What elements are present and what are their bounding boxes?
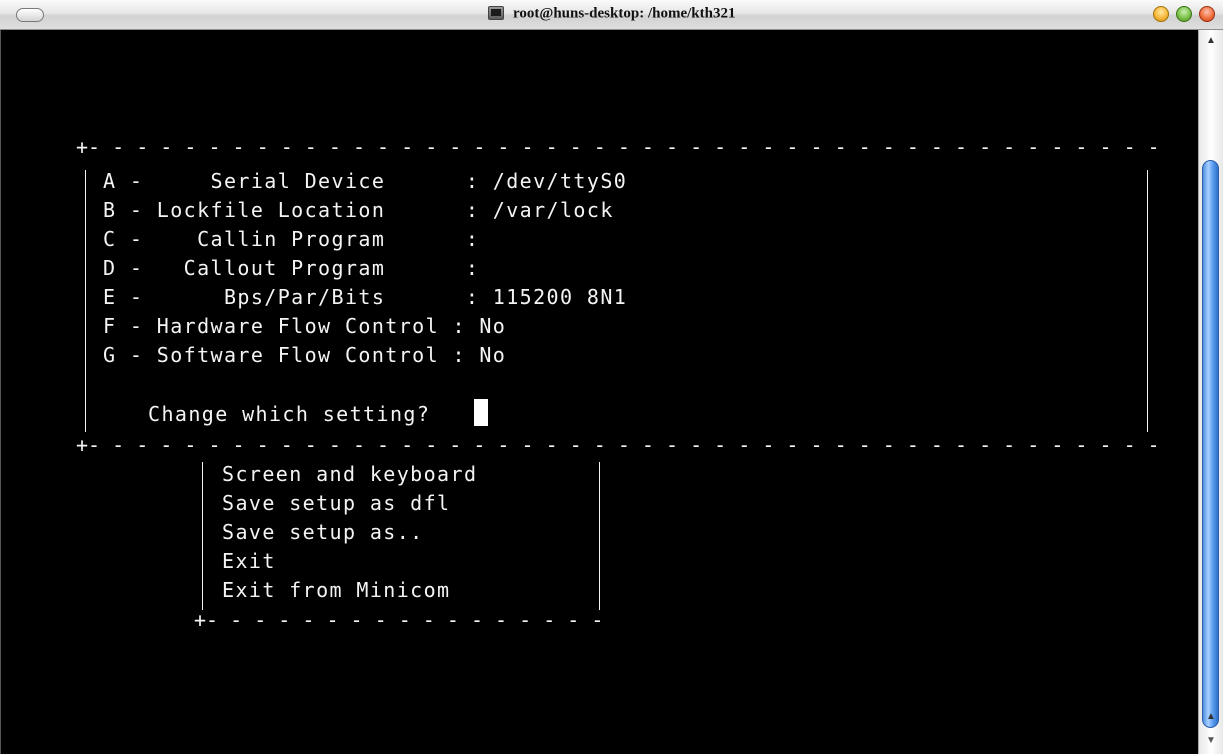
settings-box-bottom-border: +- - - - - - - - - - - - - - - - - - - -…: [76, 435, 1156, 455]
settings-box-right-border: [1147, 170, 1148, 432]
window-title-group: root@huns-desktop: /home/kth321: [0, 5, 1223, 25]
setting-row-e[interactable]: E - Bps/Par/Bits : 115200 8N1: [103, 283, 627, 311]
terminal-cursor: [474, 399, 488, 426]
scroll-up-arrow-icon[interactable]: ▲: [1199, 706, 1223, 728]
scroll-up-arrow-icon[interactable]: ▲: [1199, 30, 1223, 52]
settings-box-top-border: +- - - - - - - - - - - - - - - - - - - -…: [76, 137, 1156, 157]
scroll-down-arrow-icon[interactable]: ▼: [1199, 730, 1223, 752]
menu-item-save-setup-as[interactable]: Save setup as..: [222, 518, 424, 546]
settings-box-left-border: [85, 170, 86, 432]
terminal-screen[interactable]: +- - - - - - - - - - - - - - - - - - - -…: [0, 30, 1198, 754]
setting-row-d[interactable]: D - Callout Program :: [103, 254, 479, 282]
window-title: root@huns-desktop: /home/kth321: [512, 5, 736, 22]
terminal-window: root@huns-desktop: /home/kth321 +- - - -…: [0, 0, 1223, 754]
setting-row-g[interactable]: G - Software Flow Control : No: [103, 341, 506, 369]
menu-item-exit[interactable]: Exit: [222, 547, 276, 575]
scrollbar-thumb[interactable]: [1202, 160, 1219, 728]
setting-prompt: Change which setting?: [148, 402, 431, 426]
setting-row-b[interactable]: B - Lockfile Location : /var/lock: [103, 196, 614, 224]
menu-box-bottom-border: +- - - - - - - - - - - - - - - - - - - -…: [194, 610, 604, 630]
setting-row-f[interactable]: F - Hardware Flow Control : No: [103, 312, 506, 340]
menu-box-left-border: [202, 462, 203, 610]
terminal-icon: [487, 6, 504, 20]
menu-box-right-border: [599, 462, 600, 610]
setting-row-a[interactable]: A - Serial Device : /dev/ttyS0: [103, 167, 627, 195]
menu-item-screen-and-keyboard[interactable]: Screen and keyboard: [222, 460, 477, 488]
zoom-icon[interactable]: [1176, 6, 1192, 22]
minimize-icon[interactable]: [1153, 6, 1169, 22]
menu-item-exit-from-minicom[interactable]: Exit from Minicom: [222, 576, 451, 604]
menu-item-save-setup-dfl[interactable]: Save setup as dfl: [222, 489, 451, 517]
vertical-scrollbar[interactable]: ▲ ▲ ▼: [1198, 30, 1223, 754]
title-bar[interactable]: root@huns-desktop: /home/kth321: [0, 0, 1223, 30]
close-icon[interactable]: [1199, 6, 1215, 22]
setting-row-c[interactable]: C - Callin Program :: [103, 225, 479, 253]
